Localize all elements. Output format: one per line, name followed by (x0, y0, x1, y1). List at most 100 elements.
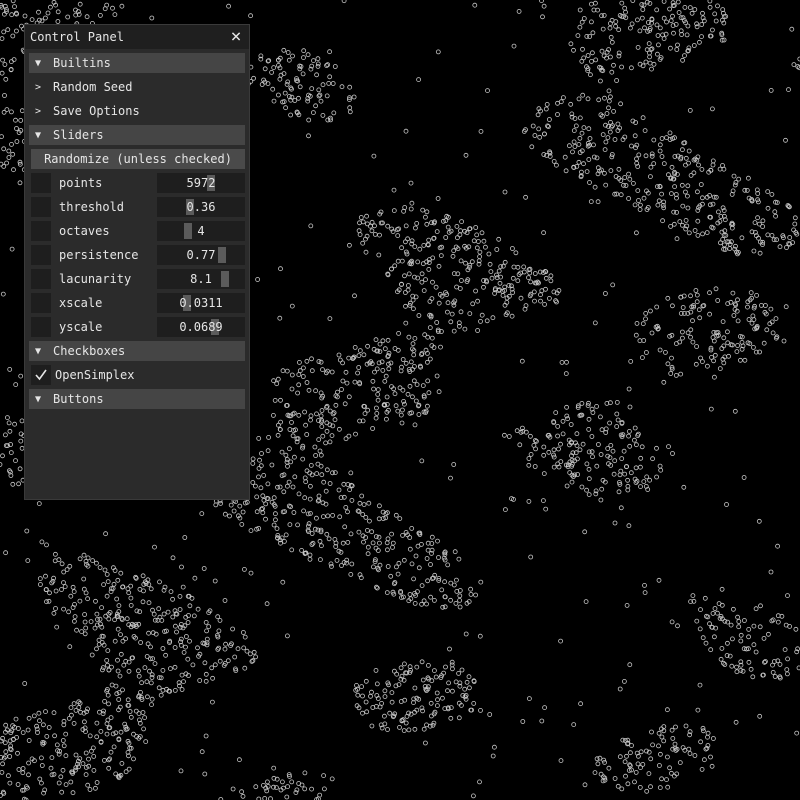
noise-point (456, 556, 462, 562)
section-buttons[interactable]: ▼ Buttons (29, 389, 245, 409)
noise-point (87, 733, 93, 739)
noise-point (424, 359, 430, 365)
noise-point (344, 380, 350, 386)
noise-point (697, 626, 703, 632)
noise-point (728, 622, 734, 628)
noise-point (389, 690, 395, 695)
noise-point (140, 599, 146, 605)
noise-point (564, 413, 570, 419)
lock-checkbox[interactable] (31, 293, 51, 313)
noise-point (667, 130, 673, 136)
slider-persistence[interactable]: 0.77 (157, 245, 245, 265)
slider-yscale[interactable]: 0.0689 (157, 317, 245, 337)
section-builtins[interactable]: ▼ Builtins (29, 53, 245, 73)
section-sliders[interactable]: ▼ Sliders (29, 125, 245, 145)
noise-point (139, 680, 145, 686)
section-random-seed[interactable]: > Random Seed (29, 77, 245, 97)
noise-point (256, 435, 262, 441)
noise-point (22, 681, 28, 686)
noise-point (94, 720, 100, 726)
noise-point (384, 547, 390, 553)
noise-point (316, 437, 322, 443)
noise-point (661, 738, 667, 744)
lock-checkbox[interactable] (31, 269, 51, 289)
noise-point (599, 486, 605, 492)
noise-point (261, 472, 267, 478)
noise-point (470, 793, 476, 799)
slider-xscale[interactable]: 0.0311 (157, 293, 245, 313)
noise-point (659, 776, 664, 782)
noise-point (48, 4, 53, 10)
noise-point (217, 618, 223, 623)
lock-checkbox[interactable] (31, 221, 51, 241)
noise-point (174, 629, 179, 635)
noise-point (327, 439, 333, 445)
section-save-options[interactable]: > Save Options (29, 101, 245, 121)
panel-titlebar[interactable]: Control Panel × (25, 25, 249, 49)
slider-lacunarity[interactable]: 8.1 (157, 269, 245, 289)
noise-point (500, 292, 506, 298)
noise-point (230, 786, 236, 792)
noise-point (400, 533, 406, 538)
noise-point (364, 221, 370, 227)
noise-point (118, 729, 124, 735)
section-checkboxes[interactable]: ▼ Checkboxes (29, 341, 245, 361)
noise-point (172, 688, 178, 693)
noise-point (85, 596, 90, 602)
noise-point (468, 592, 474, 597)
slider-threshold[interactable]: 0.36 (157, 197, 245, 217)
noise-point (434, 690, 440, 696)
randomize-button[interactable]: Randomize (unless checked) (31, 149, 245, 169)
noise-point (372, 231, 378, 237)
noise-point (650, 456, 655, 462)
noise-point (665, 707, 670, 713)
noise-point (551, 158, 557, 164)
noise-point (711, 329, 717, 335)
close-icon[interactable]: × (227, 28, 245, 46)
noise-point (690, 318, 695, 324)
noise-point (177, 607, 183, 612)
noise-point (352, 293, 357, 299)
noise-point (340, 378, 346, 384)
noise-point (385, 223, 391, 229)
noise-point (670, 451, 675, 456)
noise-point (555, 433, 560, 439)
noise-point (680, 329, 685, 335)
noise-point (39, 755, 44, 761)
noise-point (719, 646, 725, 651)
noise-point (463, 696, 469, 702)
slider-points[interactable]: 5972 (157, 173, 245, 193)
noise-point (580, 92, 586, 98)
noise-point (307, 556, 313, 562)
noise-point (376, 252, 382, 258)
lock-checkbox[interactable] (31, 317, 51, 337)
noise-point (648, 756, 654, 762)
noise-point (429, 335, 435, 341)
noise-point (587, 136, 593, 141)
noise-point (784, 245, 789, 250)
slider-label: threshold (59, 200, 125, 214)
lock-checkbox[interactable] (31, 245, 51, 265)
noise-point (347, 487, 353, 493)
slider-octaves[interactable]: 4 (157, 221, 245, 241)
noise-point (708, 754, 713, 760)
noise-point (157, 579, 162, 585)
lock-checkbox[interactable] (31, 173, 51, 193)
noise-point (70, 584, 76, 590)
noise-point (160, 668, 166, 673)
noise-point (760, 218, 766, 224)
noise-point (659, 154, 665, 159)
noise-point (586, 476, 592, 482)
noise-point (473, 288, 479, 294)
opensimplex-checkbox[interactable] (31, 365, 51, 385)
noise-point (532, 464, 538, 469)
noise-point (431, 598, 437, 603)
noise-point (340, 540, 346, 546)
noise-point (609, 39, 615, 45)
noise-point (325, 62, 331, 68)
lock-checkbox[interactable] (31, 197, 51, 217)
noise-point (679, 182, 685, 188)
noise-point (376, 540, 382, 546)
noise-point (118, 632, 123, 637)
noise-point (309, 786, 315, 792)
